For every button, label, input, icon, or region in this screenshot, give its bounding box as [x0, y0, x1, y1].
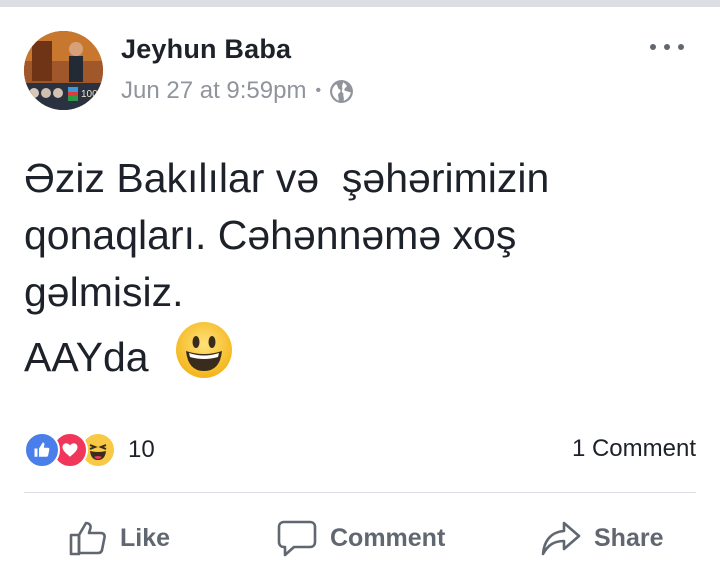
top-divider-bar [0, 0, 720, 7]
post-action-bar: Like Comment Share [0, 507, 720, 569]
like-button-label: Like [120, 523, 171, 552]
thumbs-up-icon [69, 521, 106, 556]
post-text-line: AAYda [24, 334, 149, 380]
comment-bubble-icon [277, 520, 317, 557]
avatar-badge-text: 100 [81, 89, 98, 100]
more-dot [650, 44, 656, 50]
grinning-face-icon [175, 322, 232, 378]
like-button[interactable]: Like [68, 507, 170, 569]
reaction-summary[interactable]: 10 [24, 432, 155, 468]
post-text-line-last: AAYda [24, 321, 704, 386]
like-reaction-icon [24, 432, 60, 468]
reaction-count: 10 [128, 436, 155, 463]
share-arrow-icon [541, 521, 581, 556]
meta-separator: • [315, 82, 322, 99]
avatar[interactable]: 100 [24, 31, 103, 110]
post-text-line: Əziz Bakılılar və şəhərimizin [24, 155, 550, 201]
comment-button[interactable]: Comment [276, 507, 445, 569]
more-dot [664, 44, 670, 50]
more-dot [678, 44, 684, 50]
more-options-icon[interactable] [650, 37, 684, 57]
post-timestamp[interactable]: Jun 27 at 9:59pm [121, 77, 306, 105]
comment-count[interactable]: 1 Comment [572, 435, 696, 463]
comment-button-label: Comment [330, 523, 446, 552]
avatar-photo: 100 [24, 31, 103, 110]
post-meta: Jun 27 at 9:59pm • [121, 77, 354, 105]
globe-icon[interactable] [329, 79, 354, 104]
post-text: Əziz Bakılılar və şəhərimizin qonaqları.… [24, 150, 704, 386]
post-text-line: qonaqları. Cəhənnəmə xoş [24, 212, 517, 258]
author-name[interactable]: Jeyhun Baba [121, 34, 291, 65]
post-text-line: gəlmisiz. [24, 269, 184, 315]
share-button[interactable]: Share [540, 507, 663, 569]
share-button-label: Share [594, 523, 664, 552]
actions-divider [24, 492, 696, 493]
